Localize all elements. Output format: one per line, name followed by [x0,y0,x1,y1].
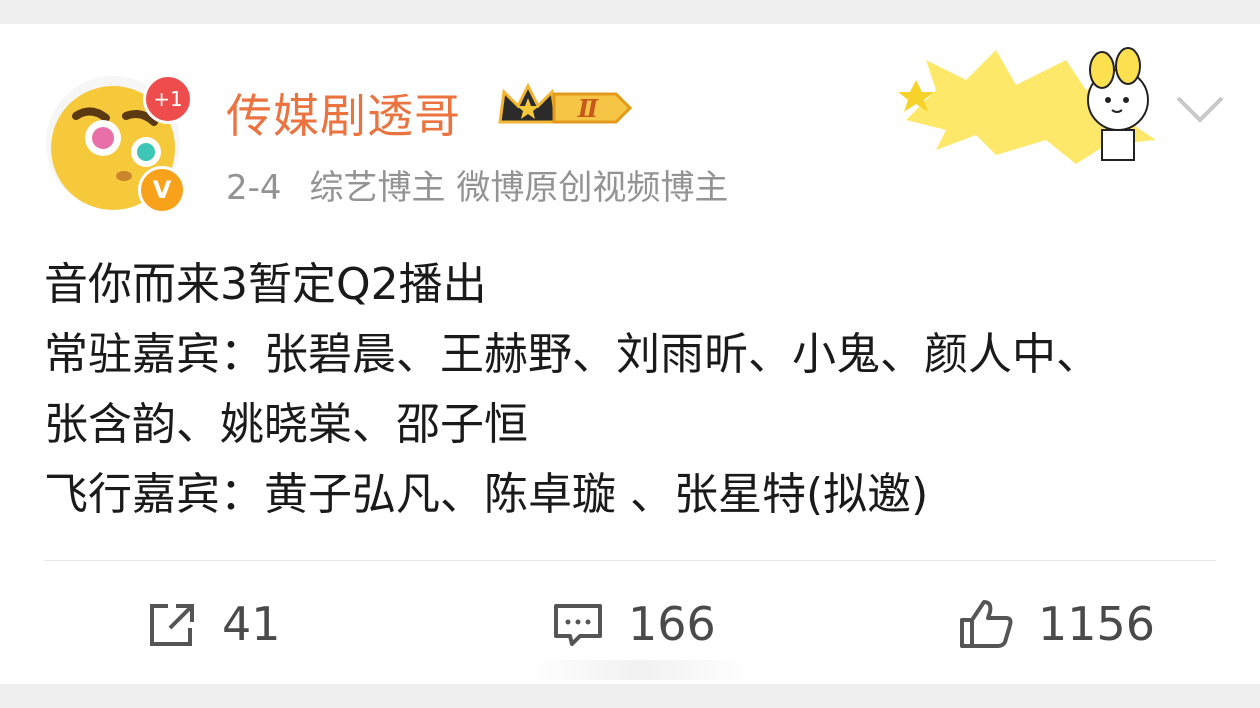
comment-count: 166 [628,597,716,651]
chevron-down-icon[interactable] [1174,94,1226,124]
like-button[interactable]: 1156 [958,596,1155,652]
post-meta: 2-4 综艺博主 微博原创视频博主 [226,160,728,209]
comment-icon [554,604,602,646]
member-level-badge[interactable]: Ⅱ [496,82,636,134]
post-date: 2-4 [226,168,282,208]
verified-badge: V [138,166,186,214]
weibo-post-card: +1 V 传媒剧透哥 Ⅱ 2-4 综艺博主 微博原创视频博主 音你而来3暂定Q2… [0,24,1260,684]
content-line: 张含韵、姚晓棠、邵子恒 [44,399,528,450]
crown-icon: Ⅱ [498,82,633,124]
comment-button[interactable]: 166 [552,596,716,652]
notification-badge[interactable]: +1 [143,74,193,124]
like-count: 1156 [1038,597,1156,651]
scroll-indicator [528,660,752,680]
divider [44,560,1216,561]
member-level: Ⅱ [577,94,599,123]
author-tags: 综艺博主 微博原创视频博主 [309,168,729,208]
post-content: 音你而来3暂定Q2播出 常驻嘉宾：张碧晨、王赫野、刘雨昕、小鬼、颜人中、 张含韵… [44,250,1230,530]
content-line: 音你而来3暂定Q2播出 [44,259,487,310]
share-icon [150,604,194,646]
fuki-land-sticker [896,30,1172,164]
thumbs-up-icon [960,600,1013,648]
content-line: 飞行嘉宾：黄子弘凡、陈卓璇 、张星特(拟邀) [44,469,929,520]
repost-button[interactable]: 41 [146,596,281,652]
author-name[interactable]: 传媒剧透哥 [226,80,461,146]
repost-count: 41 [222,597,281,651]
content-line: 常驻嘉宾：张碧晨、王赫野、刘雨昕、小鬼、颜人中、 [44,329,1100,380]
